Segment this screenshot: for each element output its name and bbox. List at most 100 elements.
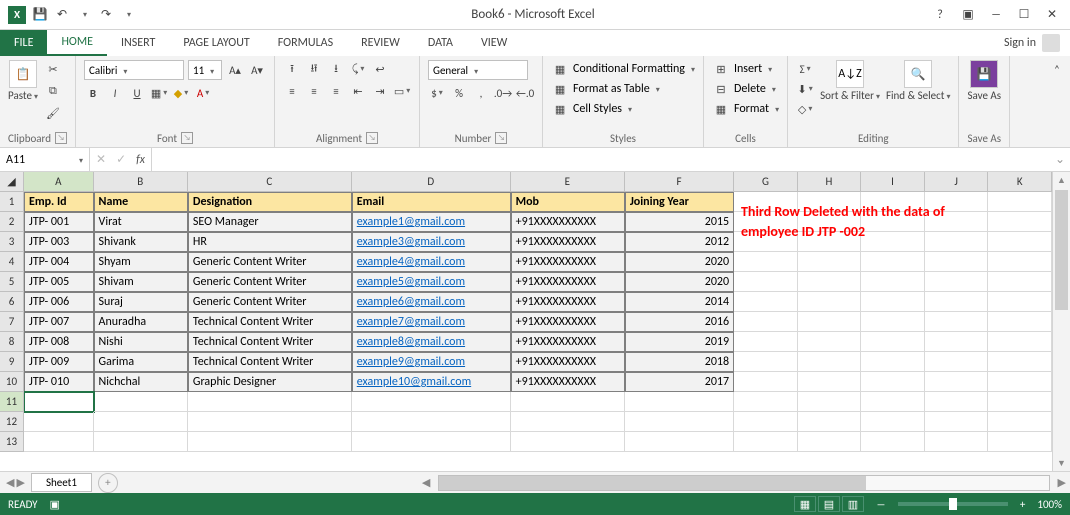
minimize-icon[interactable]: ― [988,7,1004,23]
cell[interactable]: JTP- 004 [24,252,94,272]
sheet-nav-next-icon[interactable]: ▶ [16,476,24,489]
cell[interactable] [925,372,989,392]
decrease-indent-icon[interactable]: ⇤ [349,82,367,100]
row-header[interactable]: 9 [0,352,24,372]
cell[interactable] [734,432,798,452]
expand-formula-bar[interactable]: ⌄ [1050,148,1070,171]
scroll-right-icon[interactable]: ▶ [1054,476,1070,489]
cell[interactable]: JTP- 009 [24,352,94,372]
cell[interactable] [798,412,862,432]
cell[interactable] [798,292,862,312]
vertical-scrollbar[interactable]: ▲ ▼ [1052,172,1070,471]
format-painter-icon[interactable]: 🖌 [44,104,62,122]
comma-button[interactable]: , [472,84,490,102]
cell[interactable] [988,312,1052,332]
cell[interactable] [798,312,862,332]
cell[interactable]: Suraj [94,292,188,312]
cell[interactable]: SEO Manager [188,212,352,232]
paste-button[interactable]: 📋 Paste [8,60,38,102]
cell[interactable]: Anuradha [94,312,188,332]
sheet-nav-prev-icon[interactable]: ◀ [6,476,14,489]
cell[interactable] [988,352,1052,372]
cell[interactable]: example10@gmail.com [352,372,511,392]
cell[interactable]: example6@gmail.com [352,292,511,312]
cell[interactable]: Generic Content Writer [188,272,352,292]
qat-customize[interactable] [120,7,136,23]
cell[interactable]: +91XXXXXXXXXX [511,352,625,372]
cell[interactable] [925,432,989,452]
cell[interactable] [734,252,798,272]
cell[interactable]: example5@gmail.com [352,272,511,292]
cell[interactable] [861,412,925,432]
cell[interactable]: 2012 [625,232,734,252]
clear-button[interactable]: ◇ [796,100,814,118]
tab-view[interactable]: VIEW [467,30,521,56]
cell[interactable] [988,412,1052,432]
redo-icon[interactable]: ↷ [98,7,114,23]
cell[interactable]: Shyam [94,252,188,272]
undo-icon[interactable]: ↶ [54,7,70,23]
cell[interactable]: Technical Content Writer [188,312,352,332]
find-select-button[interactable]: 🔍 Find & Select [886,60,951,102]
align-top-icon[interactable]: ⭱ [283,60,301,78]
save-as-button[interactable]: 💾 Save As [967,60,1001,102]
align-middle-icon[interactable]: ⭿ [305,60,323,78]
column-header[interactable]: A [24,172,94,192]
cell[interactable] [925,272,989,292]
new-sheet-button[interactable]: + [98,473,118,493]
cell[interactable] [988,192,1052,212]
clipboard-dialog-launcher[interactable]: ↘ [55,132,67,144]
cell[interactable]: example4@gmail.com [352,252,511,272]
cell[interactable] [861,352,925,372]
border-button[interactable]: ▦ [150,84,168,102]
cell[interactable] [988,212,1052,232]
cell[interactable] [352,412,511,432]
undo-dropdown[interactable] [76,7,92,23]
cell[interactable]: +91XXXXXXXXXX [511,372,625,392]
align-right-icon[interactable]: ≡ [327,82,345,100]
cell[interactable] [798,332,862,352]
tab-page-layout[interactable]: PAGE LAYOUT [169,30,263,56]
row-header[interactable]: 10 [0,372,24,392]
cell[interactable] [925,292,989,312]
scroll-up-icon[interactable]: ▲ [1053,172,1070,188]
underline-button[interactable]: U [128,84,146,102]
cell[interactable]: 2019 [625,332,734,352]
cell[interactable] [861,292,925,312]
copy-icon[interactable]: ⧉ [44,82,62,100]
cell[interactable]: Generic Content Writer [188,252,352,272]
cell[interactable] [625,392,734,412]
cell[interactable]: HR [188,232,352,252]
cell[interactable]: example3@gmail.com [352,232,511,252]
cell[interactable] [24,392,94,412]
accounting-format-button[interactable]: $ [428,84,446,102]
cell[interactable]: 2018 [625,352,734,372]
alignment-dialog-launcher[interactable]: ↘ [366,132,378,144]
fill-color-button[interactable]: ◆ [172,84,190,102]
cell[interactable] [988,372,1052,392]
cell[interactable]: +91XXXXXXXXXX [511,212,625,232]
wrap-text-icon[interactable]: ↩ [371,60,389,78]
font-name-combo[interactable]: Calibri [84,60,184,80]
cell[interactable]: JTP- 006 [24,292,94,312]
cell[interactable] [625,412,734,432]
cell[interactable] [861,432,925,452]
cell[interactable]: 2017 [625,372,734,392]
cell[interactable]: JTP- 008 [24,332,94,352]
cell[interactable]: JTP- 007 [24,312,94,332]
ribbon-display-icon[interactable]: ▣ [960,7,976,23]
column-header[interactable]: J [925,172,989,192]
cell[interactable] [798,272,862,292]
bold-button[interactable]: B [84,84,102,102]
column-header[interactable]: C [188,172,352,192]
cell[interactable] [511,412,625,432]
cell[interactable] [94,432,188,452]
cell[interactable]: Garima [94,352,188,372]
cell[interactable]: Shivank [94,232,188,252]
cell[interactable] [861,372,925,392]
cell[interactable]: +91XXXXXXXXXX [511,272,625,292]
delete-cells-button[interactable]: ⊟Delete [712,80,779,98]
increase-font-icon[interactable]: A▴ [226,61,244,79]
save-icon[interactable]: 💾 [32,7,48,23]
cell[interactable]: Nichchal [94,372,188,392]
